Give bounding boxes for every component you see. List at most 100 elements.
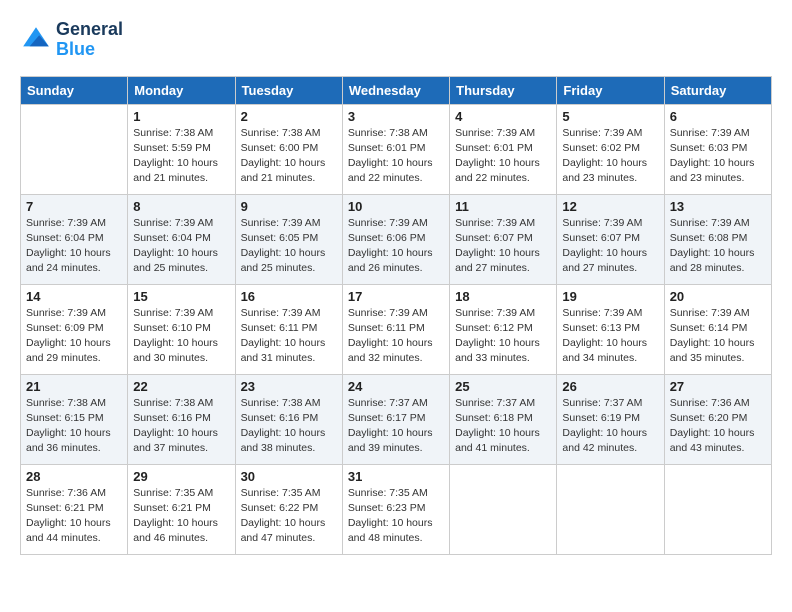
calendar-cell: 14Sunrise: 7:39 AM Sunset: 6:09 PM Dayli… [21,284,128,374]
day-number: 30 [241,469,337,484]
day-info: Sunrise: 7:39 AM Sunset: 6:13 PM Dayligh… [562,306,658,367]
day-number: 5 [562,109,658,124]
calendar-cell: 12Sunrise: 7:39 AM Sunset: 6:07 PM Dayli… [557,194,664,284]
day-info: Sunrise: 7:39 AM Sunset: 6:08 PM Dayligh… [670,216,766,277]
day-number: 4 [455,109,551,124]
day-info: Sunrise: 7:39 AM Sunset: 6:11 PM Dayligh… [241,306,337,367]
day-number: 25 [455,379,551,394]
day-info: Sunrise: 7:39 AM Sunset: 6:07 PM Dayligh… [455,216,551,277]
calendar-cell [664,464,771,554]
day-number: 31 [348,469,444,484]
day-info: Sunrise: 7:39 AM Sunset: 6:04 PM Dayligh… [133,216,229,277]
day-number: 12 [562,199,658,214]
day-info: Sunrise: 7:39 AM Sunset: 6:14 PM Dayligh… [670,306,766,367]
calendar-cell: 11 Sunrise: 7:39 AM Sunset: 6:07 PM Dayli… [450,194,557,284]
day-number: 18 [455,289,551,304]
calendar-cell: 23 Sunrise: 7:38 AM Sunset: 6:16 PM Dayli… [235,374,342,464]
logo-icon [20,24,52,56]
day-number: 14 [26,289,122,304]
day-number: 10 [348,199,444,214]
weekday-header: Saturday [664,76,771,104]
day-info: Sunrise: 7:39 AM Sunset: 6:01 PM Dayligh… [455,126,551,187]
day-number: 29 [133,469,229,484]
logo: General Blue [20,20,123,60]
weekday-header: Wednesday [342,76,449,104]
day-number: 24 [348,379,444,394]
day-number: 21 [26,379,122,394]
day-number: 11 [455,199,551,214]
day-info: Sunrise: 7:37 AM Sunset: 6:18 PM Dayligh… [455,396,551,457]
calendar-cell: 28 Sunrise: 7:36 AM Sunset: 6:21 PM Dayli… [21,464,128,554]
calendar-cell: 17 Sunrise: 7:39 AM Sunset: 6:11 PM Dayli… [342,284,449,374]
day-info: Sunrise: 7:37 AM Sunset: 6:19 PM Dayligh… [562,396,658,457]
calendar-cell: 3 Sunrise: 7:38 AM Sunset: 6:01 PM Daylig… [342,104,449,194]
calendar-cell: 15 Sunrise: 7:39 AM Sunset: 6:10 PM Dayli… [128,284,235,374]
calendar-cell [450,464,557,554]
calendar-cell: 22 Sunrise: 7:38 AM Sunset: 6:16 PM Dayli… [128,374,235,464]
calendar-cell: 26 Sunrise: 7:37 AM Sunset: 6:19 PM Dayli… [557,374,664,464]
calendar-cell: 20 Sunrise: 7:39 AM Sunset: 6:14 PM Dayli… [664,284,771,374]
calendar-cell: 21Sunrise: 7:38 AM Sunset: 6:15 PM Dayli… [21,374,128,464]
day-info: Sunrise: 7:38 AM Sunset: 6:01 PM Dayligh… [348,126,444,187]
weekday-header: Friday [557,76,664,104]
calendar-cell: 6Sunrise: 7:39 AM Sunset: 6:03 PM Daylig… [664,104,771,194]
calendar-cell: 18 Sunrise: 7:39 AM Sunset: 6:12 PM Dayli… [450,284,557,374]
day-number: 19 [562,289,658,304]
calendar-cell: 8 Sunrise: 7:39 AM Sunset: 6:04 PM Daylig… [128,194,235,284]
day-number: 20 [670,289,766,304]
day-info: Sunrise: 7:39 AM Sunset: 6:03 PM Dayligh… [670,126,766,187]
calendar-cell: 1Sunrise: 7:38 AM Sunset: 5:59 PM Daylig… [128,104,235,194]
calendar-cell: 2Sunrise: 7:38 AM Sunset: 6:00 PM Daylig… [235,104,342,194]
calendar-cell: 5 Sunrise: 7:39 AM Sunset: 6:02 PM Daylig… [557,104,664,194]
day-number: 15 [133,289,229,304]
day-info: Sunrise: 7:35 AM Sunset: 6:21 PM Dayligh… [133,486,229,547]
calendar-cell: 30 Sunrise: 7:35 AM Sunset: 6:22 PM Dayli… [235,464,342,554]
day-number: 13 [670,199,766,214]
day-info: Sunrise: 7:39 AM Sunset: 6:04 PM Dayligh… [26,216,122,277]
day-number: 17 [348,289,444,304]
day-info: Sunrise: 7:39 AM Sunset: 6:11 PM Dayligh… [348,306,444,367]
day-info: Sunrise: 7:35 AM Sunset: 6:23 PM Dayligh… [348,486,444,547]
calendar-cell [21,104,128,194]
day-number: 3 [348,109,444,124]
day-info: Sunrise: 7:39 AM Sunset: 6:10 PM Dayligh… [133,306,229,367]
day-number: 28 [26,469,122,484]
day-info: Sunrise: 7:36 AM Sunset: 6:20 PM Dayligh… [670,396,766,457]
day-info: Sunrise: 7:35 AM Sunset: 6:22 PM Dayligh… [241,486,337,547]
day-number: 16 [241,289,337,304]
day-number: 7 [26,199,122,214]
day-info: Sunrise: 7:39 AM Sunset: 6:06 PM Dayligh… [348,216,444,277]
weekday-header: Thursday [450,76,557,104]
calendar-cell: 31 Sunrise: 7:35 AM Sunset: 6:23 PM Dayli… [342,464,449,554]
day-info: Sunrise: 7:39 AM Sunset: 6:02 PM Dayligh… [562,126,658,187]
day-info: Sunrise: 7:38 AM Sunset: 6:16 PM Dayligh… [133,396,229,457]
day-info: Sunrise: 7:38 AM Sunset: 6:16 PM Dayligh… [241,396,337,457]
day-info: Sunrise: 7:38 AM Sunset: 6:00 PM Dayligh… [241,126,337,187]
calendar-cell [557,464,664,554]
calendar-cell: 24 Sunrise: 7:37 AM Sunset: 6:17 PM Dayli… [342,374,449,464]
page-header: General Blue [20,20,772,60]
calendar-cell: 16 Sunrise: 7:39 AM Sunset: 6:11 PM Dayli… [235,284,342,374]
day-info: Sunrise: 7:39 AM Sunset: 6:12 PM Dayligh… [455,306,551,367]
calendar-cell: 4 Sunrise: 7:39 AM Sunset: 6:01 PM Daylig… [450,104,557,194]
day-number: 26 [562,379,658,394]
calendar-cell: 27Sunrise: 7:36 AM Sunset: 6:20 PM Dayli… [664,374,771,464]
calendar-cell: 7 Sunrise: 7:39 AM Sunset: 6:04 PM Daylig… [21,194,128,284]
calendar-cell: 25 Sunrise: 7:37 AM Sunset: 6:18 PM Dayli… [450,374,557,464]
calendar-cell: 10 Sunrise: 7:39 AM Sunset: 6:06 PM Dayli… [342,194,449,284]
day-number: 8 [133,199,229,214]
day-info: Sunrise: 7:36 AM Sunset: 6:21 PM Dayligh… [26,486,122,547]
calendar-cell: 9 Sunrise: 7:39 AM Sunset: 6:05 PM Daylig… [235,194,342,284]
weekday-header: Sunday [21,76,128,104]
calendar-cell: 19 Sunrise: 7:39 AM Sunset: 6:13 PM Dayli… [557,284,664,374]
day-info: Sunrise: 7:39 AM Sunset: 6:05 PM Dayligh… [241,216,337,277]
weekday-header: Tuesday [235,76,342,104]
day-number: 22 [133,379,229,394]
day-number: 9 [241,199,337,214]
calendar-cell: 13 Sunrise: 7:39 AM Sunset: 6:08 PM Dayli… [664,194,771,284]
day-info: Sunrise: 7:38 AM Sunset: 5:59 PM Dayligh… [133,126,229,187]
day-info: Sunrise: 7:37 AM Sunset: 6:17 PM Dayligh… [348,396,444,457]
calendar-cell: 29 Sunrise: 7:35 AM Sunset: 6:21 PM Dayli… [128,464,235,554]
logo-text: General Blue [56,20,123,60]
day-number: 23 [241,379,337,394]
